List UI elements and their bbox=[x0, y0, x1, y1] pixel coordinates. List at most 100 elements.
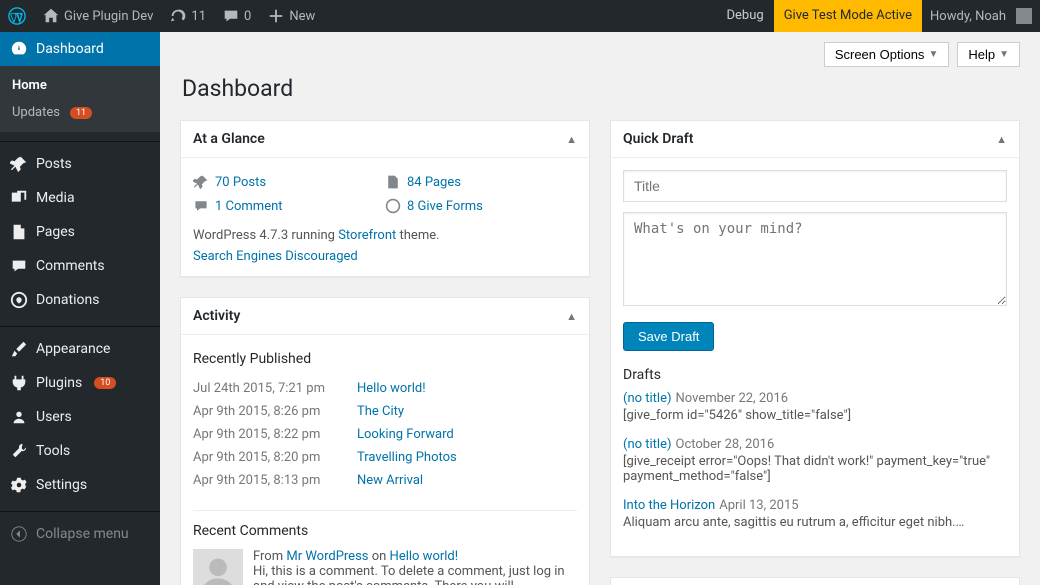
my-account-link[interactable]: Howdy, Noah bbox=[922, 0, 1040, 32]
menu-users[interactable]: Users bbox=[0, 400, 160, 434]
site-name-text: Give Plugin Dev bbox=[64, 9, 153, 24]
menu-media[interactable]: Media bbox=[0, 181, 160, 215]
menu-settings[interactable]: Settings bbox=[0, 468, 160, 502]
comment-icon bbox=[193, 198, 209, 214]
plugin-icon bbox=[10, 374, 28, 392]
comment-author-link[interactable]: Mr WordPress bbox=[286, 549, 368, 564]
activity-title: Activity bbox=[193, 308, 240, 324]
pin-icon bbox=[193, 174, 209, 190]
page-icon bbox=[385, 174, 401, 190]
menu-dashboard[interactable]: Dashboard bbox=[0, 32, 160, 66]
at-a-glance-title: At a Glance bbox=[193, 131, 265, 147]
posts-count-link[interactable]: 70 Posts bbox=[215, 175, 266, 190]
plus-icon bbox=[267, 7, 285, 25]
activity-row: Apr 9th 2015, 8:20 pmTravelling Photos bbox=[193, 446, 577, 469]
comment-icon bbox=[222, 7, 240, 25]
submenu-home[interactable]: Home bbox=[0, 72, 160, 99]
post-link[interactable]: Looking Forward bbox=[357, 427, 454, 442]
admin-bar: Give Plugin Dev 11 0 New Debug Give Test… bbox=[0, 0, 1040, 32]
debug-link[interactable]: Debug bbox=[717, 0, 774, 32]
quick-draft-box: Quick Draft ▲ Save Draft Drafts (no title… bbox=[610, 120, 1020, 557]
comments-link[interactable]: 0 bbox=[214, 0, 259, 32]
pages-count-link[interactable]: 84 Pages bbox=[407, 175, 461, 190]
wp-version-text: WordPress 4.7.3 running bbox=[193, 228, 338, 243]
menu-pages[interactable]: Pages bbox=[0, 215, 160, 249]
draft-item: (no title)October 28, 2016 [give_receipt… bbox=[623, 437, 1007, 484]
draft-title-link[interactable]: Into the Horizon bbox=[623, 498, 715, 513]
updates-badge: 11 bbox=[70, 107, 92, 119]
updates-link[interactable]: 11 bbox=[161, 0, 214, 32]
post-link[interactable]: Hello world! bbox=[357, 381, 426, 396]
submenu-updates[interactable]: Updates11 bbox=[0, 99, 160, 126]
draft-item: Into the HorizonApril 13, 2015 Aliquam a… bbox=[623, 498, 1007, 530]
brush-icon bbox=[10, 340, 28, 358]
toggle-box-icon[interactable]: ▲ bbox=[566, 310, 577, 323]
recent-comments-heading: Recent Comments bbox=[193, 510, 577, 539]
menu-plugins[interactable]: Plugins10 bbox=[0, 366, 160, 400]
commenter-avatar bbox=[193, 549, 243, 585]
give-test-mode-badge[interactable]: Give Test Mode Active bbox=[774, 0, 922, 32]
at-a-glance-box: At a Glance ▲ 70 Posts 84 Pages 1 Comment… bbox=[180, 120, 590, 277]
new-label: New bbox=[289, 9, 315, 24]
page-icon bbox=[10, 223, 28, 241]
activity-row: Apr 9th 2015, 8:13 pmNew Arrival bbox=[193, 469, 577, 492]
activity-row: Apr 9th 2015, 8:26 pmThe City bbox=[193, 400, 577, 423]
collapse-menu[interactable]: Collapse menu bbox=[0, 517, 160, 551]
collapse-icon bbox=[10, 525, 28, 543]
activity-box: Activity ▲ Recently Published Jul 24th 20… bbox=[180, 297, 590, 585]
draft-title-input[interactable] bbox=[623, 170, 1007, 202]
new-content-link[interactable]: New bbox=[259, 0, 323, 32]
search-engines-link[interactable]: Search Engines Discouraged bbox=[193, 249, 358, 264]
settings-icon bbox=[10, 476, 28, 494]
toggle-box-icon[interactable]: ▲ bbox=[566, 133, 577, 146]
menu-donations[interactable]: Donations bbox=[0, 283, 160, 317]
menu-comments[interactable]: Comments bbox=[0, 249, 160, 283]
tools-icon bbox=[10, 442, 28, 460]
wp-logo[interactable] bbox=[0, 0, 34, 32]
giveforms-count-link[interactable]: 8 Give Forms bbox=[407, 199, 483, 214]
updates-count: 11 bbox=[191, 9, 206, 24]
help-button[interactable]: Help ▼ bbox=[957, 42, 1020, 67]
menu-tools[interactable]: Tools bbox=[0, 434, 160, 468]
admin-menu: Dashboard Home Updates11 Posts Media Pag… bbox=[0, 32, 160, 585]
post-link[interactable]: Travelling Photos bbox=[357, 450, 457, 465]
page-title: Dashboard bbox=[182, 75, 1020, 102]
give-icon bbox=[10, 291, 28, 309]
draft-content-textarea[interactable] bbox=[623, 212, 1007, 306]
quick-draft-title: Quick Draft bbox=[623, 131, 693, 147]
home-icon bbox=[42, 7, 60, 25]
toggle-box-icon[interactable]: ▲ bbox=[996, 133, 1007, 146]
wordpress-news-box: WordPress News▲ bbox=[610, 577, 1020, 585]
comments-icon bbox=[10, 257, 28, 275]
dashboard-icon bbox=[10, 40, 28, 58]
comment-post-link[interactable]: Hello world! bbox=[390, 549, 459, 564]
menu-posts[interactable]: Posts bbox=[0, 147, 160, 181]
comment-excerpt: Hi, this is a comment. To delete a comme… bbox=[253, 564, 577, 585]
pin-icon bbox=[10, 155, 28, 173]
avatar bbox=[1016, 8, 1032, 24]
post-link[interactable]: New Arrival bbox=[357, 473, 423, 488]
draft-title-link[interactable]: (no title) bbox=[623, 437, 672, 452]
recently-published-heading: Recently Published bbox=[193, 351, 577, 367]
howdy-text: Howdy, Noah bbox=[930, 9, 1006, 24]
draft-title-link[interactable]: (no title) bbox=[623, 391, 672, 406]
site-name-link[interactable]: Give Plugin Dev bbox=[34, 0, 161, 32]
drafts-heading: Drafts bbox=[623, 367, 1007, 383]
theme-link[interactable]: Storefront bbox=[338, 228, 396, 243]
main-content: Screen Options ▼ Help ▼ Dashboard At a G… bbox=[160, 32, 1040, 585]
draft-excerpt: [give_receipt error="Oops! That didn't w… bbox=[623, 454, 1007, 484]
chevron-down-icon: ▼ bbox=[928, 49, 938, 60]
media-icon bbox=[10, 189, 28, 207]
draft-excerpt: [give_form id="5426" show_title="false"] bbox=[623, 408, 1007, 423]
chevron-down-icon: ▼ bbox=[999, 49, 1009, 60]
screen-options-button[interactable]: Screen Options ▼ bbox=[824, 42, 950, 67]
post-link[interactable]: The City bbox=[357, 404, 404, 419]
save-draft-button[interactable]: Save Draft bbox=[623, 322, 714, 351]
give-icon bbox=[385, 198, 401, 214]
users-icon bbox=[10, 408, 28, 426]
refresh-icon bbox=[169, 7, 187, 25]
comments-count-link[interactable]: 1 Comment bbox=[215, 199, 283, 214]
activity-row: Jul 24th 2015, 7:21 pmHello world! bbox=[193, 377, 577, 400]
menu-appearance[interactable]: Appearance bbox=[0, 332, 160, 366]
draft-excerpt: Aliquam arcu ante, sagittis eu rutrum a,… bbox=[623, 515, 1007, 530]
